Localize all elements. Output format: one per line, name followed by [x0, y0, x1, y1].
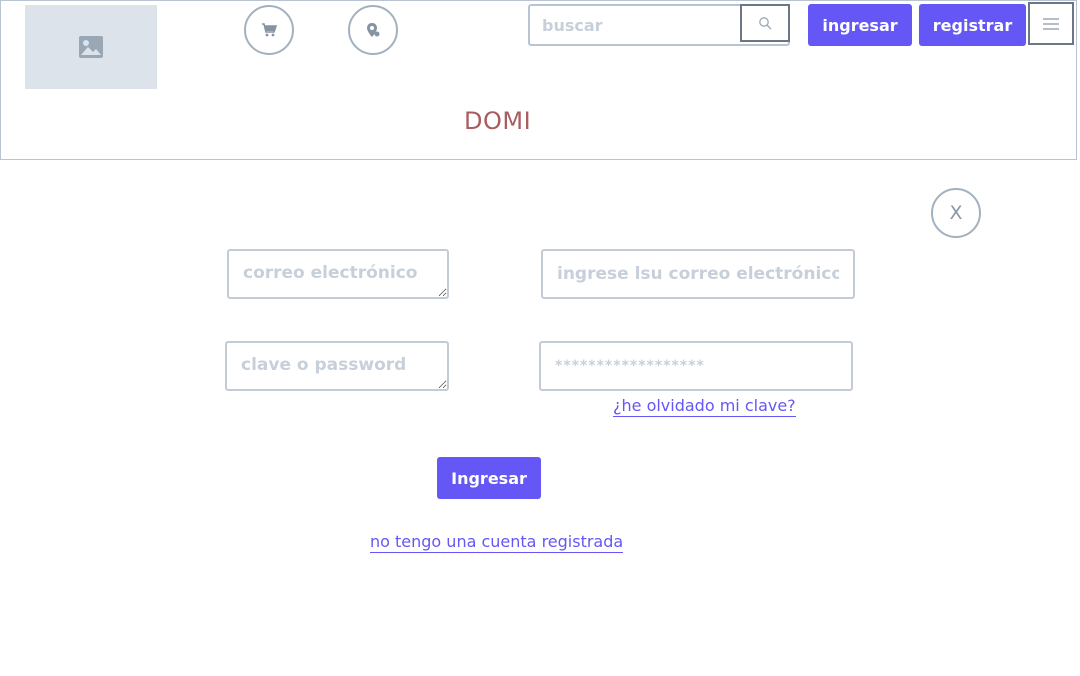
close-button[interactable]: X	[931, 188, 981, 238]
brand-title: DOMI	[464, 107, 532, 135]
search-bar	[528, 4, 790, 46]
forgot-password-link[interactable]: ¿he olvidado mi clave?	[613, 396, 796, 417]
password-label-field[interactable]	[225, 341, 449, 391]
search-icon	[759, 17, 772, 30]
page: ingresar registrar DOMI X ¿he olvidado m…	[0, 0, 1080, 676]
map-pin-icon	[367, 23, 380, 37]
site-header: ingresar registrar DOMI	[0, 0, 1077, 160]
search-button[interactable]	[740, 4, 790, 42]
location-button[interactable]	[348, 5, 398, 55]
menu-button[interactable]	[1028, 2, 1074, 45]
hamburger-menu-icon	[1043, 17, 1059, 30]
password-input[interactable]	[539, 341, 853, 391]
email-input[interactable]	[541, 249, 855, 299]
login-button[interactable]: ingresar	[808, 4, 912, 46]
email-label-field[interactable]	[227, 249, 449, 299]
cart-icon	[262, 23, 277, 37]
logo-placeholder[interactable]	[25, 5, 157, 89]
submit-login-button[interactable]: Ingresar	[437, 457, 541, 499]
search-input[interactable]	[530, 6, 742, 44]
cart-button[interactable]	[244, 5, 294, 55]
image-placeholder-icon	[79, 36, 103, 58]
register-button[interactable]: registrar	[919, 4, 1026, 46]
no-account-link[interactable]: no tengo una cuenta registrada	[370, 532, 624, 553]
